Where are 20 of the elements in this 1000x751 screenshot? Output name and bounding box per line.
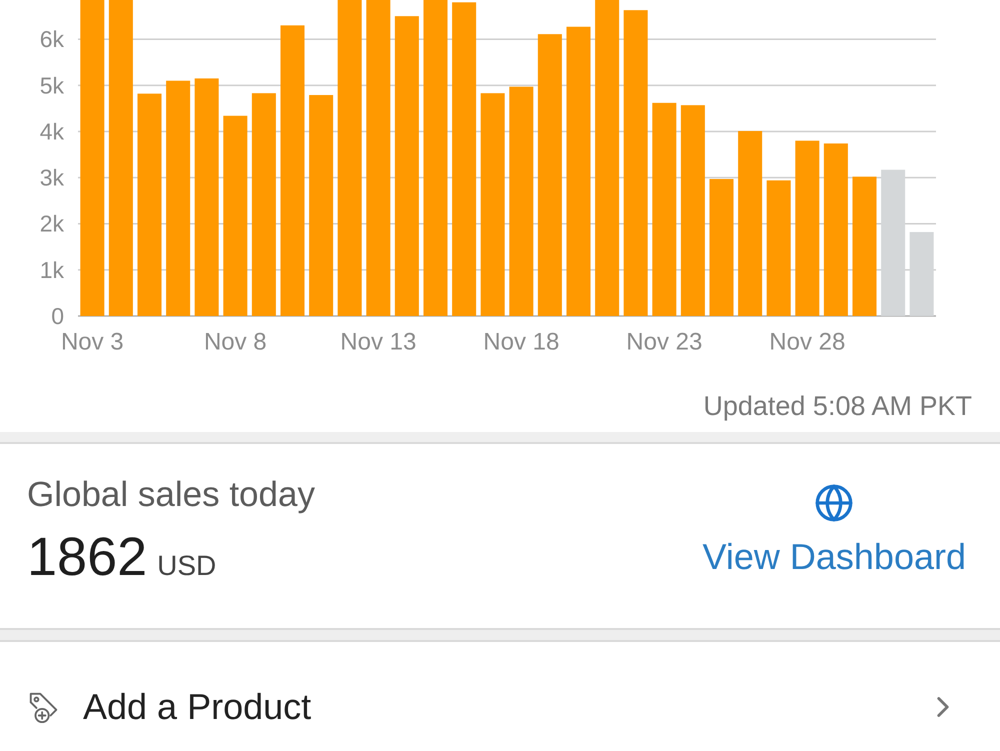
y-axis-label: 1k xyxy=(40,256,64,283)
x-axis-label: Nov 3 xyxy=(60,328,124,356)
x-axis-label: Nov 28 xyxy=(769,328,846,356)
y-axis-label: 2k xyxy=(40,210,64,237)
x-axis-label: Nov 23 xyxy=(626,328,702,356)
x-axis-label: Nov 13 xyxy=(340,328,416,356)
sales-amount: 1862 xyxy=(27,526,148,588)
sales-title: Global sales today xyxy=(27,474,315,516)
globe-icon xyxy=(814,483,854,523)
update-time-text: Updated 5:08 AM PKT xyxy=(703,390,972,422)
x-axis-label: Nov 8 xyxy=(204,328,267,356)
y-axis-label: 4k xyxy=(40,118,64,144)
view-dashboard-button[interactable]: View Dashboard xyxy=(702,483,966,578)
y-axis-label: 3k xyxy=(40,164,64,191)
add-product-item[interactable]: Add a Product xyxy=(0,642,1000,751)
currency-label: USD xyxy=(157,550,216,582)
y-axis-label: 0 xyxy=(51,303,64,329)
y-axis-label: 5k xyxy=(40,72,64,98)
y-axis-label: 6k xyxy=(40,26,64,52)
x-axis-label: Nov 18 xyxy=(483,328,560,356)
